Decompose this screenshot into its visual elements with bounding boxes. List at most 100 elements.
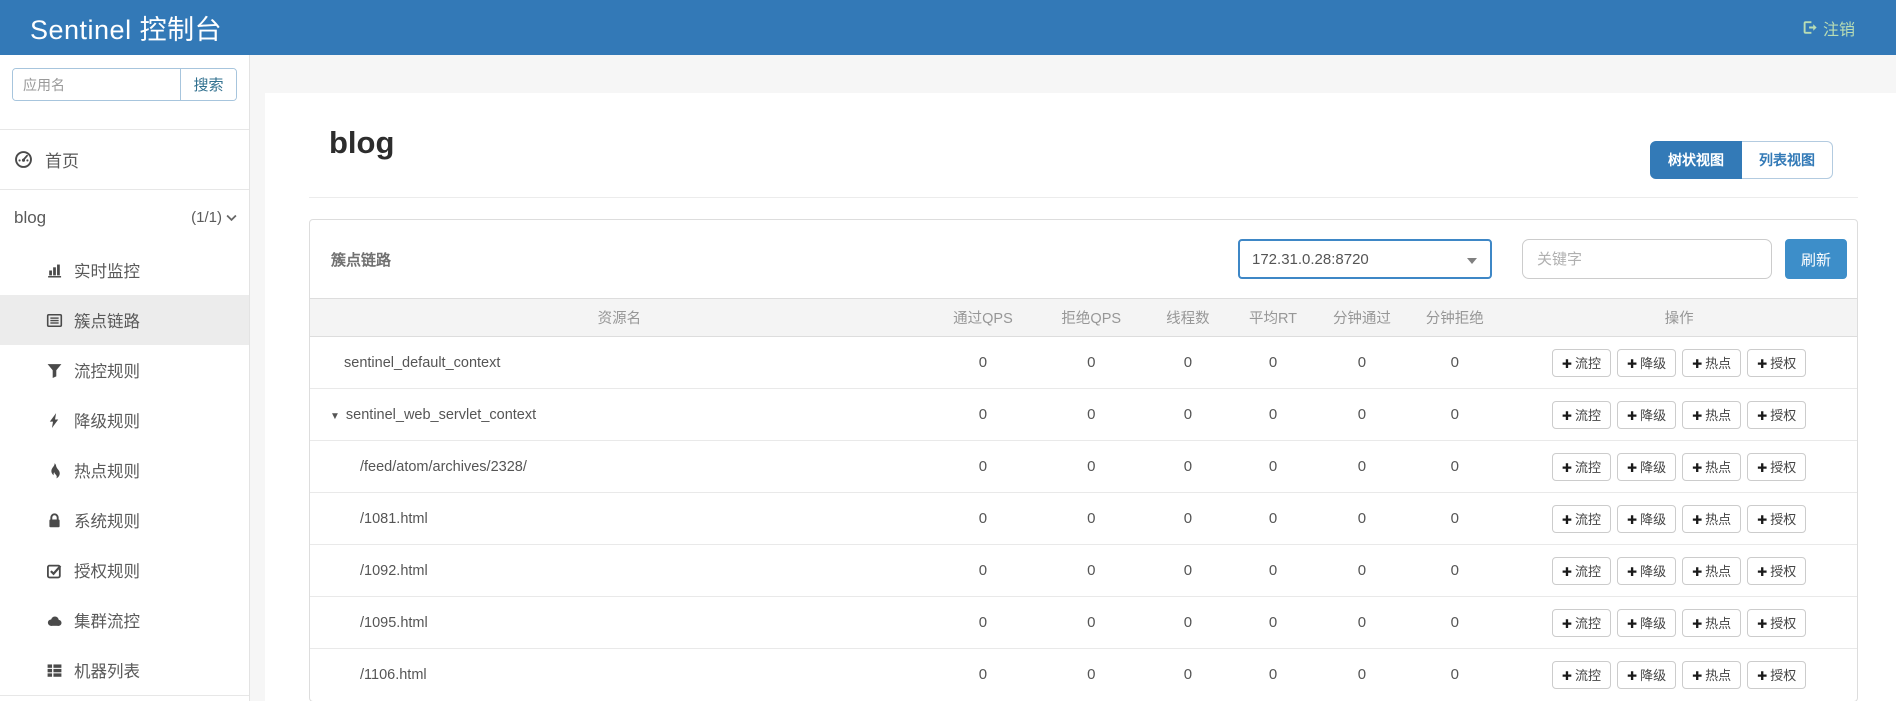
metric-value: 0 — [1357, 354, 1367, 371]
collapse-toggle-icon[interactable]: ▼ — [330, 411, 340, 422]
sidebar-item-label: 机器列表 — [74, 663, 140, 681]
add-param-flow-rule-button[interactable]: ✚ 热点 — [1682, 608, 1742, 637]
app-search-button[interactable]: 搜索 — [180, 69, 236, 100]
plus-icon: ✚ — [1627, 617, 1638, 631]
add-flow-rule-button[interactable]: ✚ 流控 — [1551, 608, 1611, 637]
logout-button[interactable]: 注销 — [1801, 16, 1855, 40]
sidebar-item-degrade-rules[interactable]: 降级规则 — [0, 395, 249, 445]
metric-value: 0 — [1087, 354, 1096, 371]
sidebar-item-system-rules[interactable]: 系统规则 — [0, 495, 249, 545]
plus-icon: ✚ — [1757, 513, 1768, 527]
add-authority-rule-button[interactable]: ✚ 授权 — [1747, 452, 1807, 481]
page-title: blog — [329, 125, 395, 160]
sidebar-item-authority-rules[interactable]: 授权规则 — [0, 545, 249, 595]
add-authority-rule-button[interactable]: ✚ 授权 — [1747, 608, 1807, 637]
add-param-flow-rule-button[interactable]: ✚ 热点 — [1682, 452, 1742, 481]
metric-value: 0 — [1183, 354, 1193, 371]
add-authority-rule-button[interactable]: ✚ 授权 — [1747, 400, 1807, 429]
add-param-flow-rule-button[interactable]: ✚ 热点 — [1682, 660, 1742, 689]
actions-cell: ✚ 流控 ✚ 降级 ✚ 热点 ✚ 授权 — [1501, 492, 1857, 545]
resource-cell: /1095.html — [310, 596, 929, 649]
actions-cell: ✚ 流控 ✚ 降级 ✚ 热点 ✚ 授权 — [1501, 388, 1857, 441]
add-authority-rule-button[interactable]: ✚ 授权 — [1747, 504, 1807, 533]
add-authority-rule-button[interactable]: ✚ 授权 — [1747, 348, 1807, 377]
add-degrade-rule-button[interactable]: ✚ 降级 — [1617, 608, 1677, 637]
table-row: /1092.html 0 0 0 0 0 0 ✚ 流控 ✚ 降级 ✚ 热点 ✚ 授权 — [310, 544, 1857, 597]
add-degrade-rule-button[interactable]: ✚ 降级 — [1617, 400, 1677, 429]
add-param-flow-rule-button[interactable]: ✚ 热点 — [1682, 348, 1742, 377]
add-degrade-rule-button[interactable]: ✚ 降级 — [1617, 452, 1677, 481]
metric-value: 0 — [1268, 354, 1278, 371]
app-search-input[interactable] — [13, 69, 180, 100]
plus-icon: ✚ — [1627, 357, 1638, 371]
panel-title: 簇点链路 — [331, 251, 392, 269]
plus-icon: ✚ — [1627, 565, 1638, 579]
metric-value: 0 — [1315, 544, 1409, 597]
add-authority-rule-button[interactable]: ✚ 授权 — [1747, 660, 1807, 689]
metric-value: 0 — [1230, 648, 1316, 701]
metric-value: 0 — [928, 440, 1038, 493]
add-degrade-rule-button[interactable]: ✚ 降级 — [1617, 556, 1677, 585]
filter-icon — [46, 362, 63, 379]
add-param-flow-rule-button[interactable]: ✚ 热点 — [1682, 504, 1742, 533]
add-degrade-rule-button[interactable]: ✚ 降级 — [1617, 660, 1677, 689]
metric-value: 0 — [1145, 492, 1231, 545]
plus-icon: ✚ — [1561, 669, 1572, 684]
keyword-search-input[interactable] — [1522, 239, 1772, 279]
resource-name: /1095.html — [360, 614, 428, 631]
lock-icon — [46, 512, 63, 529]
app-machine-count: (1/1) — [191, 209, 222, 226]
add-authority-rule-button[interactable]: ✚ 授权 — [1747, 556, 1807, 585]
sidebar-item-flow-rules[interactable]: 流控规则 — [0, 345, 249, 395]
add-flow-rule-button[interactable]: ✚ 流控 — [1551, 452, 1611, 481]
sidebar-app-blog[interactable]: blog (1/1) — [0, 190, 249, 245]
sidebar-item-cluster-flow[interactable]: 集群流控 — [0, 595, 249, 645]
list-view-button[interactable]: 列表视图 — [1742, 141, 1833, 179]
sidebar-item-param-flow-rules[interactable]: 热点规则 — [0, 445, 249, 495]
sidebar-home-label: 首页 — [45, 152, 79, 171]
resource-name: sentinel_default_context — [344, 354, 501, 371]
add-flow-rule-button[interactable]: ✚ 流控 — [1551, 660, 1611, 689]
plus-icon: ✚ — [1692, 409, 1703, 423]
metric-value: 0 — [1230, 440, 1316, 493]
column-header-minute-block: 分钟拒绝 — [1408, 298, 1502, 337]
metric-value: 0 — [1315, 648, 1409, 701]
resource-cell: /1081.html — [310, 492, 929, 545]
add-param-flow-rule-button[interactable]: ✚ 热点 — [1682, 400, 1742, 429]
sidebar-item-machine-list[interactable]: 机器列表 — [0, 645, 249, 695]
check-square-icon — [46, 562, 63, 579]
plus-icon: ✚ — [1757, 617, 1768, 631]
add-flow-rule-button[interactable]: ✚ 流控 — [1551, 348, 1611, 377]
tree-view-button[interactable]: 树状视图 — [1650, 141, 1742, 179]
add-degrade-rule-button[interactable]: ✚ 降级 — [1617, 504, 1677, 533]
add-flow-rule-button[interactable]: ✚ 流控 — [1551, 400, 1611, 429]
metric-value: 0 — [1230, 544, 1316, 597]
metric-value: 0 — [1145, 648, 1231, 701]
view-toggle-group: 树状视图 列表视图 — [1650, 141, 1833, 179]
refresh-button[interactable]: 刷新 — [1785, 239, 1847, 279]
metric-value: 0 — [1230, 388, 1316, 441]
metric-value: 0 — [1037, 544, 1146, 597]
metric-value: 0 — [1450, 354, 1459, 371]
metric-value: 0 — [1145, 388, 1231, 441]
machine-select[interactable]: 172.31.0.28:8720 — [1238, 239, 1492, 279]
metric-value: 0 — [928, 596, 1038, 649]
column-header-minute-pass: 分钟通过 — [1315, 298, 1409, 337]
sentinel-dashboard: Sentinel 控制台 注销 搜索 — [0, 0, 1896, 701]
add-flow-rule-button[interactable]: ✚ 流控 — [1551, 556, 1611, 585]
sign-out-icon — [1801, 19, 1818, 36]
plus-icon: ✚ — [1561, 565, 1572, 579]
add-flow-rule-button[interactable]: ✚ 流控 — [1551, 504, 1611, 533]
add-param-flow-rule-button[interactable]: ✚ 热点 — [1682, 556, 1742, 585]
add-degrade-rule-button[interactable]: ✚ 降级 — [1617, 348, 1677, 377]
metric-value: 0 — [1145, 596, 1231, 649]
metric-value: 0 — [1408, 440, 1502, 493]
plus-icon: ✚ — [1757, 461, 1768, 475]
app-name: blog — [14, 207, 47, 227]
resource-cell: ▼ sentinel_web_servlet_context — [310, 388, 929, 441]
metric-value: 0 — [1408, 648, 1502, 701]
resource-name: /1092.html — [360, 562, 428, 579]
sidebar-item-realtime-monitor[interactable]: 实时监控 — [0, 245, 249, 295]
sidebar-item-home[interactable]: 首页 — [0, 130, 249, 190]
sidebar-item-cluster-link[interactable]: 簇点链路 — [0, 295, 249, 345]
